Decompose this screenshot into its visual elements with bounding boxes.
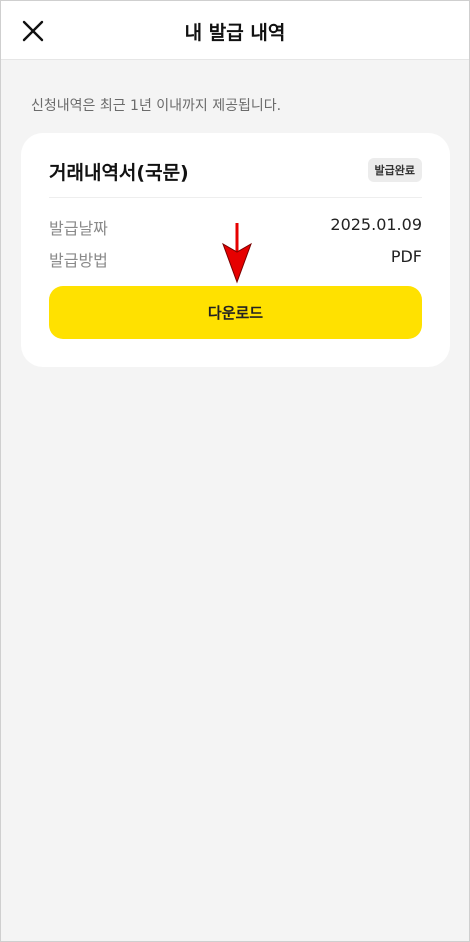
issue-date-label: 발급날짜 [49, 219, 108, 238]
status-badge: 발급완료 [367, 158, 422, 182]
download-button[interactable]: 다운로드 [49, 286, 422, 339]
issue-date-value: 2025.01.09 [330, 215, 422, 234]
notice-text: 신청내역은 최근 1년 이내까지 제공됩니다. [31, 98, 282, 114]
issue-method-label: 발급방법 [49, 251, 108, 270]
divider [49, 197, 422, 198]
page-title: 내 발급 내역 [184, 22, 286, 44]
top-bar: 내 발급 내역 [1, 1, 469, 60]
issue-method-value: PDF [390, 247, 422, 266]
document-title: 거래내역서(국문) [49, 162, 189, 184]
red-arrow-icon [222, 223, 252, 284]
